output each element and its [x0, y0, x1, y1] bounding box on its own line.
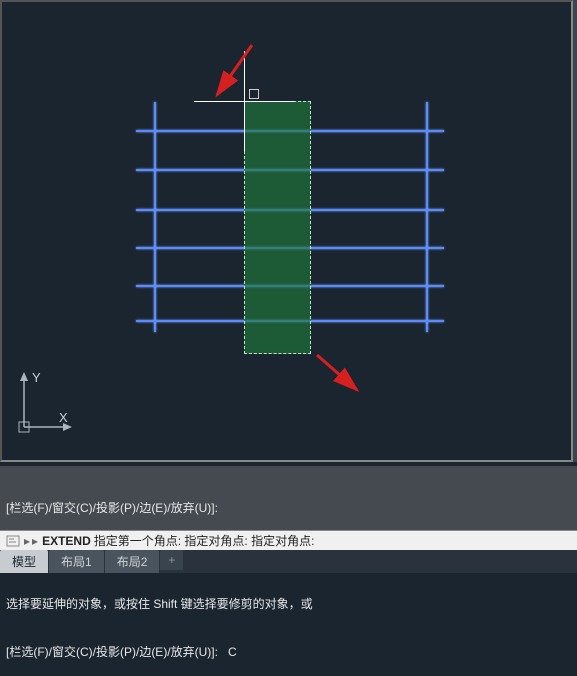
drawing-vline[interactable] — [426, 102, 428, 332]
drawing-canvas[interactable]: Y X — [0, 0, 573, 462]
tab-model[interactable]: 模型 — [0, 550, 48, 573]
annotation-arrow-icon — [312, 350, 372, 410]
command-prompt: 指定第一个角点: 指定对角点: 指定对角点: — [94, 533, 315, 549]
annotation-arrow-icon — [197, 40, 257, 110]
layout-tabs: 模型 布局1 布局2 + — [0, 550, 577, 573]
vertical-scrollbar[interactable] — [573, 0, 577, 462]
ucs-x-label: X — [59, 410, 68, 425]
history-line: [栏选(F)/窗交(C)/投影(P)/边(E)/放弃(U)]: — [6, 500, 571, 516]
history-line: [栏选(F)/窗交(C)/投影(P)/边(E)/放弃(U)]: C — [6, 644, 571, 660]
command-line[interactable]: ▸ ▸ EXTEND 指定第一个角点: 指定对角点: 指定对角点: — [0, 530, 577, 550]
command-chevron-icon: ▸ — [24, 533, 30, 549]
selection-window — [244, 101, 311, 354]
tab-add[interactable]: + — [160, 550, 183, 570]
history-line: 选择要延伸的对象，或按住 Shift 键选择要修剪的对象，或 — [6, 596, 571, 612]
ucs-icon: Y X — [14, 367, 74, 440]
drawing-vline[interactable] — [154, 102, 156, 332]
tab-layout1[interactable]: 布局1 — [49, 550, 104, 573]
ucs-y-label: Y — [32, 370, 41, 385]
command-history[interactable]: [栏选(F)/窗交(C)/投影(P)/边(E)/放弃(U)]: 路径不与边界边相… — [0, 466, 577, 530]
tab-layout2[interactable]: 布局2 — [105, 550, 160, 573]
active-command: EXTEND — [42, 533, 91, 549]
command-line-icon — [6, 535, 20, 547]
command-chevron-icon: ▸ — [32, 533, 38, 549]
